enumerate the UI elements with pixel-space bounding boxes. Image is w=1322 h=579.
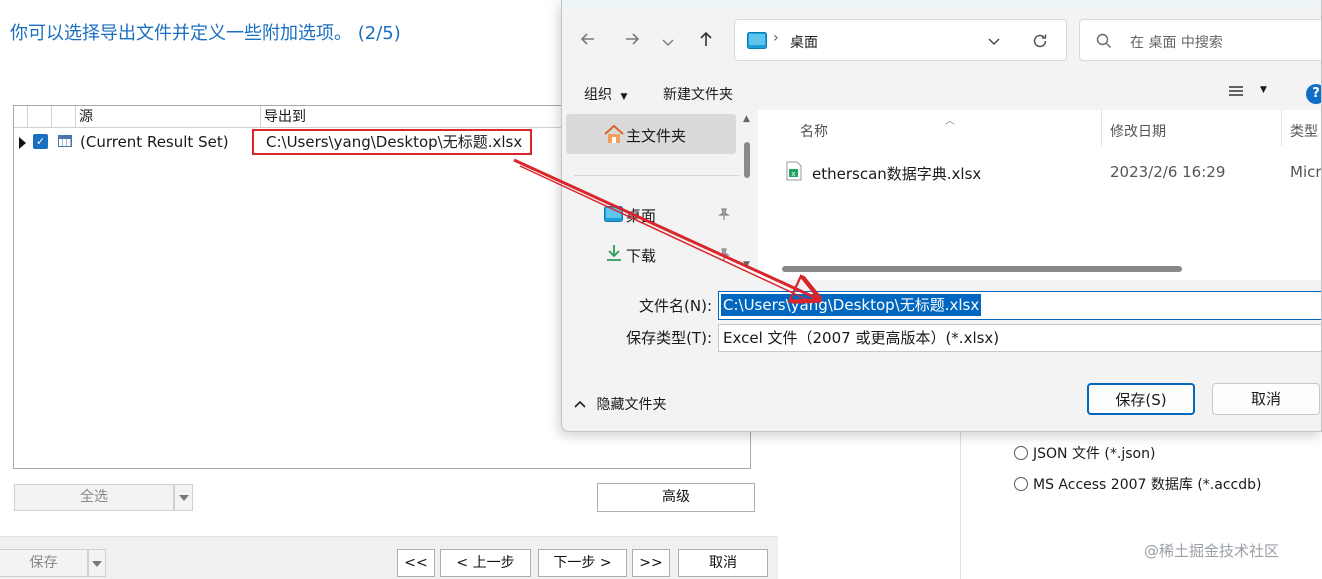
column-separator xyxy=(1101,110,1102,146)
scroll-thumb[interactable] xyxy=(744,142,750,178)
file-list: ︿ 名称 修改日期 类型 x etherscan数据字典.xlsx 2023/2… xyxy=(758,110,1322,280)
dialog-cancel-button[interactable]: 取消 xyxy=(1212,383,1320,415)
wizard-title: 你可以选择导出文件并定义一些附加选项。 (2/5) xyxy=(10,23,401,44)
nav-item-label: 下载 xyxy=(626,247,657,265)
address-location[interactable]: 桌面 xyxy=(790,32,818,52)
sort-up-icon: ︿ xyxy=(945,116,955,127)
help-icon[interactable]: ? xyxy=(1306,84,1321,104)
refresh-icon[interactable] xyxy=(1031,32,1049,50)
column-name[interactable]: 名称 xyxy=(800,121,828,141)
format-access-label: MS Access 2007 数据库 (*.accdb) xyxy=(1033,477,1262,493)
chevron-down-icon[interactable] xyxy=(987,34,1001,48)
pin-icon[interactable] xyxy=(718,208,730,220)
desktop-folder-icon xyxy=(604,206,623,222)
prev-step-button[interactable]: < 上一步 xyxy=(440,549,531,577)
arrow-right-icon xyxy=(626,33,640,45)
next-step-button[interactable]: 下一步 > xyxy=(538,549,627,577)
list-view-icon xyxy=(1229,86,1243,96)
desktop-folder-icon xyxy=(747,32,767,49)
first-step-button[interactable]: << xyxy=(397,549,435,577)
wizard-footer: 保存 << < 上一步 下一步 > >> 取消 xyxy=(0,536,778,579)
select-all-dropdown[interactable] xyxy=(174,484,193,511)
save-as-dialog: › 桌面 在 桌面 中搜索 组织 ▼ 新建文件夹 ▼ ? 主文件夹 桌面 下载 … xyxy=(561,0,1322,432)
address-bar[interactable]: › 桌面 xyxy=(734,19,1067,61)
column-modified[interactable]: 修改日期 xyxy=(1110,121,1166,141)
pin-icon[interactable] xyxy=(718,248,730,260)
svg-text:x: x xyxy=(791,170,795,178)
file-row[interactable]: x etherscan数据字典.xlsx 2023/2/6 16:29 Micr xyxy=(778,154,1322,190)
select-all-button[interactable]: 全选 xyxy=(14,484,174,511)
recent-locations-button[interactable] xyxy=(658,28,678,56)
nav-item-downloads[interactable]: 下载 xyxy=(566,238,736,268)
search-placeholder: 在 桌面 中搜索 xyxy=(1130,35,1223,51)
filetype-select[interactable]: Excel 文件（2007 或更高版本）(*.xlsx) xyxy=(718,324,1321,352)
filename-value: C:\Users\yang\Desktop\无标题.xlsx xyxy=(721,294,982,316)
nav-divider xyxy=(574,175,739,176)
radio-json[interactable] xyxy=(1014,446,1028,460)
arrow-up-icon xyxy=(700,31,712,46)
nav-item-label: 桌面 xyxy=(626,207,657,225)
download-icon xyxy=(607,245,621,261)
grid-header-icon xyxy=(52,106,76,128)
file-modified: 2023/2/6 16:29 xyxy=(1110,163,1226,181)
grid-header-check xyxy=(28,106,52,128)
scroll-up-icon[interactable]: ▲ xyxy=(743,114,750,124)
file-type: Micr xyxy=(1290,163,1322,181)
back-button[interactable] xyxy=(574,28,602,56)
advanced-button[interactable]: 高级 xyxy=(597,483,755,512)
column-source[interactable]: 源 xyxy=(76,106,261,128)
organize-label: 组织 xyxy=(584,87,612,103)
column-type[interactable]: 类型 xyxy=(1290,121,1318,141)
format-json-label: JSON 文件 (*.json) xyxy=(1033,446,1156,462)
nav-item-home[interactable]: 主文件夹 xyxy=(566,114,736,154)
new-folder-button[interactable]: 新建文件夹 xyxy=(663,84,733,104)
table-icon xyxy=(58,135,72,147)
home-icon xyxy=(604,125,624,143)
row-indicator-icon xyxy=(19,137,26,149)
navigation-pane: 主文件夹 桌面 下载 xyxy=(562,110,757,280)
filename-label: 文件名(N): xyxy=(639,297,712,315)
column-separator xyxy=(1281,110,1282,146)
dialog-save-button[interactable]: 保存(S) xyxy=(1087,383,1195,415)
organize-menu[interactable]: 组织 ▼ xyxy=(584,84,627,104)
up-button[interactable] xyxy=(692,28,720,56)
grid-header-spacer xyxy=(14,106,28,128)
filename-input[interactable]: C:\Users\yang\Desktop\无标题.xlsx xyxy=(718,291,1321,320)
chevron-down-icon xyxy=(179,495,189,501)
nav-scrollbar[interactable]: ▲ ▼ xyxy=(740,112,754,274)
row-checkbox[interactable]: ✓ xyxy=(33,134,48,149)
arrow-left-icon xyxy=(580,33,594,45)
file-name: etherscan数据字典.xlsx xyxy=(812,165,982,183)
forward-button[interactable] xyxy=(618,28,646,56)
excel-file-icon: x xyxy=(786,161,802,181)
chevron-up-icon xyxy=(574,400,586,408)
dialog-top-strip xyxy=(562,0,1321,8)
filetype-label: 保存类型(T): xyxy=(626,329,712,347)
last-step-button[interactable]: >> xyxy=(632,549,670,577)
row-destination[interactable]: C:\Users\yang\Desktop\无标题.xlsx xyxy=(252,129,532,155)
watermark: @稀土掘金技术社区 xyxy=(1144,542,1280,560)
save-fields: 文件名(N): C:\Users\yang\Desktop\无标题.xlsx 保… xyxy=(562,280,1321,355)
nav-item-label: 主文件夹 xyxy=(626,127,687,145)
hide-folders-toggle[interactable]: 隐藏文件夹 xyxy=(574,394,666,414)
breadcrumb-separator-icon: › xyxy=(773,30,779,46)
horizontal-scroll-thumb[interactable] xyxy=(782,266,1182,272)
search-icon xyxy=(1096,33,1111,48)
save-profile-button[interactable]: 保存 xyxy=(0,549,88,577)
nav-item-desktop[interactable]: 桌面 xyxy=(566,198,736,228)
wizard-cancel-button[interactable]: 取消 xyxy=(678,549,768,577)
radio-access[interactable] xyxy=(1014,477,1028,491)
save-profile-dropdown[interactable] xyxy=(88,549,106,577)
row-source: (Current Result Set) xyxy=(80,133,229,151)
chevron-down-icon xyxy=(662,39,674,46)
scroll-down-icon[interactable]: ▼ xyxy=(743,260,750,270)
caret-down-icon: ▼ xyxy=(1260,85,1267,95)
view-options-button[interactable]: ▼ xyxy=(1228,84,1267,104)
caret-down-icon: ▼ xyxy=(620,92,628,102)
hide-folders-label: 隐藏文件夹 xyxy=(596,397,667,413)
search-box[interactable]: 在 桌面 中搜索 xyxy=(1079,19,1321,61)
chevron-down-icon xyxy=(92,561,102,567)
